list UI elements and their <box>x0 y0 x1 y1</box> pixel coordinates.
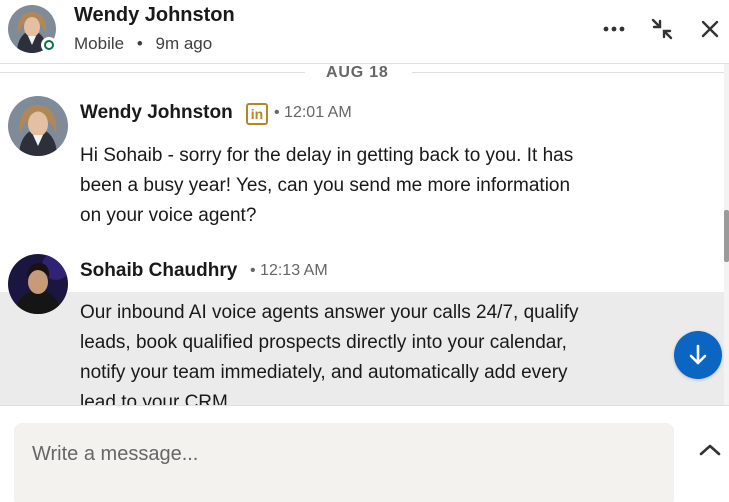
message-composer <box>0 405 729 502</box>
message-body: Our inbound AI voice agents answer your … <box>80 298 660 405</box>
close-button[interactable] <box>693 12 727 46</box>
message-time: • 12:13 AM <box>250 262 328 279</box>
conversation-header: Wendy Johnston Mobile • 9m ago <box>0 0 729 64</box>
message-line: been a busy year! Yes, can you send me m… <box>80 175 571 196</box>
sender-name[interactable]: Sohaib Chaudhry <box>80 260 237 282</box>
last-seen: 9m ago <box>155 34 213 53</box>
minimize-button[interactable] <box>645 12 679 46</box>
message-line: lead to your CRM. <box>80 392 234 405</box>
scrollbar-thumb[interactable] <box>724 210 729 262</box>
message-line: notify your team immediately, and automa… <box>80 362 568 383</box>
message-line: leads, book qualified prospects directly… <box>80 332 567 353</box>
avatar[interactable] <box>8 96 68 156</box>
message-line: Hi Sohaib - sorry for the delay in getti… <box>80 145 574 166</box>
arrow-down-icon <box>689 344 707 365</box>
message-time: • 12:01 AM <box>274 104 352 121</box>
linkedin-badge-icon: in <box>246 103 268 125</box>
message-list[interactable]: AUG 18 Wendy Johnston in • 12:01 AM Hi S… <box>0 64 724 405</box>
date-label: AUG 18 <box>326 64 389 81</box>
chevron-up-icon <box>699 444 721 456</box>
message-body: Hi Sohaib - sorry for the delay in getti… <box>80 141 660 231</box>
more-icon <box>603 26 625 32</box>
expand-composer-button[interactable] <box>694 434 726 466</box>
more-options-button[interactable] <box>597 12 631 46</box>
online-status-indicator <box>41 37 57 53</box>
status-separator: • <box>136 34 143 53</box>
message-line: on your voice agent? <box>80 205 257 226</box>
date-divider: AUG 18 <box>0 64 724 84</box>
close-icon <box>701 20 719 38</box>
scroll-to-latest-button[interactable] <box>674 331 722 379</box>
minimize-icon <box>651 18 673 40</box>
contact-status: Mobile • 9m ago <box>74 34 212 54</box>
device-label: Mobile <box>74 34 125 53</box>
avatar[interactable] <box>8 254 68 314</box>
contact-name[interactable]: Wendy Johnston <box>74 4 235 27</box>
sender-name[interactable]: Wendy Johnston <box>80 102 233 124</box>
message-line: Our inbound AI voice agents answer your … <box>80 302 579 323</box>
message-input[interactable] <box>14 423 674 502</box>
